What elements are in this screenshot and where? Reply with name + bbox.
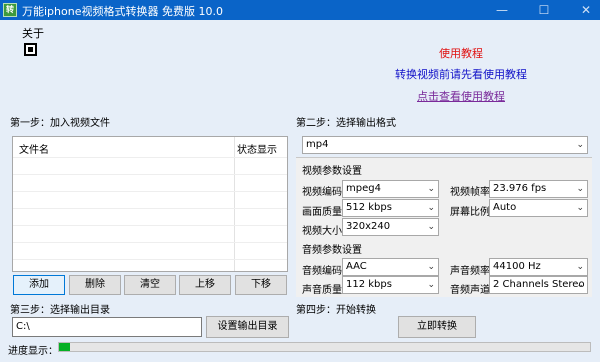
add-button[interactable]: 添加 xyxy=(13,275,65,295)
row-divider xyxy=(13,208,287,209)
chevron-down-icon: ⌄ xyxy=(576,184,584,194)
video-section-label: 视频参数设置 xyxy=(302,166,362,177)
row-divider xyxy=(13,191,287,192)
channels-label: 音频声道 xyxy=(450,285,490,296)
clear-button[interactable]: 清空 xyxy=(124,275,176,295)
row-divider xyxy=(13,174,287,175)
audio-codec-label: 音频编码 xyxy=(302,266,342,277)
delete-button[interactable]: 删除 xyxy=(69,275,121,295)
audio-codec-value: AAC xyxy=(346,261,367,272)
start-convert-button[interactable]: 立即转换 xyxy=(398,316,476,338)
row-divider xyxy=(13,242,287,243)
step3-label: 第三步：选择输出目录 xyxy=(10,305,110,316)
video-size-select[interactable]: 320x240 ⌄ xyxy=(342,218,439,236)
aspect-label: 屏幕比例 xyxy=(450,207,490,218)
menu-about[interactable]: 关于 xyxy=(22,25,44,41)
framerate-label: 视频帧率 xyxy=(450,187,490,198)
progress-label: 进度显示： xyxy=(8,346,58,357)
samplerate-value: 44100 Hz xyxy=(493,261,541,272)
step2-label: 第二步：选择输出格式 xyxy=(296,118,396,129)
aspect-select[interactable]: Auto ⌄ xyxy=(489,199,588,217)
video-size-label: 视频大小 xyxy=(302,226,342,237)
row-divider xyxy=(13,225,287,226)
quality-label: 画面质量 xyxy=(302,207,342,218)
output-format-value: mp4 xyxy=(306,139,329,150)
minimize-button[interactable]: — xyxy=(488,0,516,20)
tutorial-notice: 转换视频前请先看使用教程 xyxy=(395,68,527,81)
quality-value: 512 kbps xyxy=(346,202,392,213)
channels-value: 2 Channels Stereo xyxy=(493,279,585,290)
video-codec-value: mpeg4 xyxy=(346,183,381,194)
video-size-value: 320x240 xyxy=(346,221,391,232)
progress-bar xyxy=(58,342,591,352)
view-tutorial-link[interactable]: 点击查看使用教程 xyxy=(0,88,600,104)
chevron-down-icon: ⌄ xyxy=(576,280,584,290)
samplerate-select[interactable]: 44100 Hz ⌄ xyxy=(489,258,588,276)
file-list[interactable]: 文件名 状态显示 xyxy=(12,136,288,272)
chevron-down-icon: ⌄ xyxy=(427,280,435,290)
video-codec-label: 视频编码 xyxy=(302,187,342,198)
tutorial-link[interactable]: 使用教程 xyxy=(0,45,600,61)
chevron-down-icon: ⌄ xyxy=(427,262,435,272)
channels-select[interactable]: 2 Channels Stereo ⌄ xyxy=(489,276,588,294)
step1-label: 第一步：加入视频文件 xyxy=(10,118,110,129)
framerate-value: 23.976 fps xyxy=(493,183,547,194)
row-divider xyxy=(13,157,287,158)
set-output-dir-button[interactable]: 设置输出目录 xyxy=(206,316,289,338)
audio-section-label: 音频参数设置 xyxy=(302,245,362,256)
step4-label: 第四步：开始转换 xyxy=(296,305,376,316)
row-divider xyxy=(13,259,287,260)
framerate-select[interactable]: 23.976 fps ⌄ xyxy=(489,180,588,198)
chevron-down-icon: ⌄ xyxy=(576,262,584,272)
app-icon: 转 xyxy=(3,3,17,17)
audio-quality-label: 声音质量 xyxy=(302,285,342,296)
output-format-select[interactable]: mp4 ⌄ xyxy=(302,136,588,154)
progress-fill xyxy=(59,343,70,351)
title-bar: 转 万能iphone视频格式转换器 免费版 10.0 — ☐ ✕ xyxy=(0,0,600,20)
chevron-down-icon: ⌄ xyxy=(427,222,435,232)
chevron-down-icon: ⌄ xyxy=(576,140,584,150)
move-down-button[interactable]: 下移 xyxy=(235,275,287,295)
chevron-down-icon: ⌄ xyxy=(427,184,435,194)
quality-select[interactable]: 512 kbps ⌄ xyxy=(342,199,439,217)
column-status[interactable]: 状态显示 xyxy=(237,141,277,156)
close-button[interactable]: ✕ xyxy=(572,0,600,20)
audio-quality-select[interactable]: 112 kbps ⌄ xyxy=(342,276,439,294)
samplerate-label: 声音频率 xyxy=(450,266,490,277)
chevron-down-icon: ⌄ xyxy=(427,203,435,213)
aspect-value: Auto xyxy=(493,202,517,213)
audio-quality-value: 112 kbps xyxy=(346,279,392,290)
output-path-input[interactable]: C:\ xyxy=(12,317,202,337)
audio-codec-select[interactable]: AAC ⌄ xyxy=(342,258,439,276)
video-codec-select[interactable]: mpeg4 ⌄ xyxy=(342,180,439,198)
column-filename[interactable]: 文件名 xyxy=(19,141,49,156)
maximize-button[interactable]: ☐ xyxy=(530,0,558,20)
window-title: 万能iphone视频格式转换器 免费版 10.0 xyxy=(22,5,223,18)
chevron-down-icon: ⌄ xyxy=(576,203,584,213)
move-up-button[interactable]: 上移 xyxy=(179,275,231,295)
